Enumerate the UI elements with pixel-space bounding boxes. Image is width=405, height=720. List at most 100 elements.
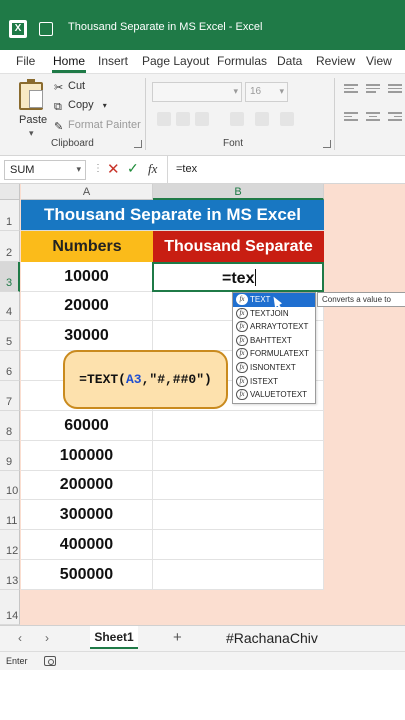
row-header-5[interactable]: 5	[0, 321, 20, 351]
row-header-8[interactable]: 8	[0, 411, 20, 441]
autocomplete-item-bahttext[interactable]: fx BAHTTEXT	[233, 334, 315, 348]
autocomplete-item-isnontext[interactable]: fx ISNONTEXT	[233, 361, 315, 375]
function-icon: fx	[236, 321, 248, 333]
cell-b9[interactable]	[153, 441, 324, 471]
column-header-a[interactable]: A	[21, 184, 153, 200]
tab-page-layout[interactable]: Page Layout	[142, 54, 209, 68]
cell-a3[interactable]: 10000	[21, 262, 153, 292]
sheet-title-cell[interactable]: Thousand Separate in MS Excel	[21, 200, 324, 231]
dialog-launcher-icon[interactable]	[323, 140, 331, 148]
row-header-12[interactable]: 12	[0, 530, 20, 560]
autocomplete-item-arraytotext[interactable]: fx ARRAYTOTEXT	[233, 320, 315, 334]
numbers-header-cell[interactable]: Numbers	[21, 231, 153, 262]
row-header-13[interactable]: 13	[0, 560, 20, 590]
name-box[interactable]: SUM ▾	[4, 160, 86, 180]
cell-a12[interactable]: 400000	[21, 530, 153, 560]
row-header-14[interactable]: 14	[0, 590, 20, 625]
copy-button[interactable]: ⧉ Copy ▾	[54, 99, 107, 115]
cut-button[interactable]: ✂ Cut	[54, 80, 85, 96]
accessibility-icon[interactable]	[44, 656, 56, 666]
clipboard-group-label: Clipboard	[51, 138, 94, 149]
row-header-11[interactable]: 11	[0, 500, 20, 530]
align-middle-icon[interactable]	[366, 84, 380, 95]
select-all-button[interactable]	[0, 184, 20, 200]
name-box-value: SUM	[10, 164, 35, 176]
font-color-button[interactable]	[280, 112, 294, 126]
autocomplete-item-formulatext[interactable]: fx FORMULATEXT	[233, 347, 315, 361]
autocomplete-item-label: ISTEXT	[250, 376, 279, 386]
row-header-10[interactable]: 10	[0, 471, 20, 500]
tab-formulas[interactable]: Formulas	[217, 54, 267, 68]
function-icon: fx	[236, 361, 248, 373]
row-number: 2	[6, 247, 13, 259]
cell-b8[interactable]	[153, 411, 324, 441]
row-number: 9	[6, 456, 13, 468]
row-header-3[interactable]: 3	[0, 262, 20, 292]
row-header-4[interactable]: 4	[0, 292, 20, 321]
row-header-6[interactable]: 6	[0, 351, 20, 381]
active-cell[interactable]: =tex	[152, 262, 324, 292]
function-icon: fx	[236, 334, 248, 346]
more-options-icon: ⋮	[93, 163, 103, 174]
cell-a4[interactable]: 20000	[21, 292, 153, 321]
cell-a11[interactable]: 300000	[21, 500, 153, 530]
sheet-tab-sheet1[interactable]: Sheet1	[90, 626, 138, 649]
autocomplete-item-valuetotext[interactable]: fx VALUETOTEXT	[233, 388, 315, 402]
font-size-select[interactable]: 16 ▾	[245, 82, 288, 102]
function-autocomplete-list[interactable]: fx TEXT fx TEXTJOIN fx ARRAYTOTEXT fx BAHTTE…	[232, 292, 316, 404]
cell-b10[interactable]	[153, 471, 324, 500]
fill-color-button[interactable]	[255, 112, 269, 126]
add-sheet-icon[interactable]: +	[173, 629, 182, 646]
cell-b12[interactable]	[153, 530, 324, 560]
autocomplete-item-istext[interactable]: fx ISTEXT	[233, 375, 315, 389]
chevron-left-icon[interactable]: ‹	[18, 631, 22, 645]
row-header-1[interactable]: 1	[0, 200, 20, 231]
tab-file[interactable]: File	[16, 54, 35, 68]
align-left-icon[interactable]	[344, 112, 358, 123]
tab-insert[interactable]: Insert	[98, 54, 128, 68]
font-group-label: Font	[223, 138, 244, 149]
tab-review[interactable]: Review	[316, 54, 355, 68]
format-painter-label: Format Painter	[68, 119, 141, 131]
paste-button[interactable]: Paste ▾	[14, 79, 50, 138]
tab-home[interactable]: Home	[53, 54, 85, 68]
align-top-icon[interactable]	[344, 84, 358, 95]
function-tooltip: Converts a value to	[317, 292, 405, 307]
align-right-icon[interactable]	[388, 112, 402, 123]
row-header-9[interactable]: 9	[0, 441, 20, 471]
autocomplete-item-label: TEXT	[250, 295, 271, 304]
thousand-separate-header-cell[interactable]: Thousand Separate	[153, 231, 324, 262]
chevron-down-icon: ▾	[29, 128, 34, 138]
bold-button[interactable]	[157, 112, 171, 126]
cell-b13[interactable]	[153, 560, 324, 590]
column-header-b[interactable]: B	[153, 184, 324, 200]
font-name-select[interactable]: ▾	[152, 82, 242, 102]
format-painter-button[interactable]: ✎ Format Painter	[54, 119, 141, 135]
save-icon[interactable]	[39, 22, 53, 36]
checkmark-icon[interactable]: ✓	[127, 160, 139, 177]
row-header-7[interactable]: 7	[0, 381, 20, 411]
tab-data[interactable]: Data	[277, 54, 302, 68]
align-center-icon[interactable]	[366, 112, 380, 123]
chevron-right-icon[interactable]: ›	[45, 631, 49, 645]
align-bottom-icon[interactable]	[388, 84, 402, 95]
cell-a5[interactable]: 30000	[21, 321, 153, 351]
italic-button[interactable]	[176, 112, 190, 126]
formula-input[interactable]: =tex	[167, 156, 405, 184]
cell-a10[interactable]: 200000	[21, 471, 153, 500]
cell-a9[interactable]: 100000	[21, 441, 153, 471]
cancel-icon[interactable]: ✕	[107, 160, 120, 178]
borders-button[interactable]	[230, 112, 244, 126]
tab-view[interactable]: View	[366, 54, 392, 68]
cell-a13[interactable]: 500000	[21, 560, 153, 590]
dialog-launcher-icon[interactable]	[134, 140, 142, 148]
underline-button[interactable]	[195, 112, 209, 126]
row-number: 10	[6, 485, 19, 497]
cell-a8[interactable]: 60000	[21, 411, 153, 441]
autocomplete-item-textjoin[interactable]: fx TEXTJOIN	[233, 307, 315, 321]
row-header-2[interactable]: 2	[0, 231, 20, 262]
cell-b11[interactable]	[153, 500, 324, 530]
row-number: 14	[6, 610, 19, 622]
group-divider	[145, 78, 146, 150]
insert-function-button[interactable]: fx	[148, 161, 157, 177]
